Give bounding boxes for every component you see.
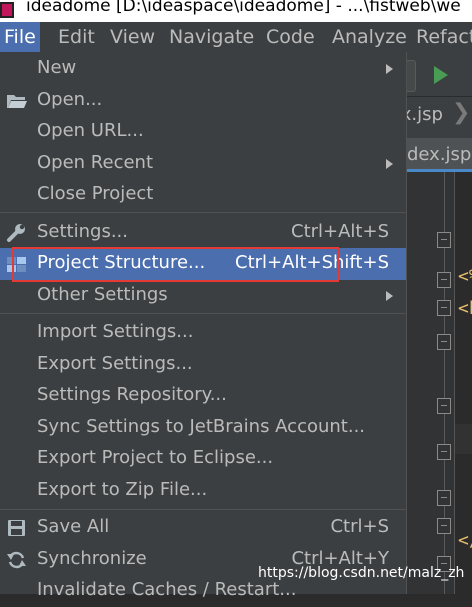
menu-item-label: Settings... — [37, 221, 128, 242]
menu-item-settings[interactable]: Settings... Ctrl+Alt+S — [0, 217, 406, 249]
fold-marker-icon[interactable] — [437, 272, 451, 288]
tab-index-jsp-label: dex.jsp — [407, 144, 472, 165]
menu-separator — [0, 313, 406, 314]
menu-item-shortcut: Ctrl+S — [330, 516, 389, 537]
menu-code[interactable]: Code — [262, 22, 319, 52]
menu-item-close-project[interactable]: Close Project — [0, 179, 406, 211]
code-fragment: <h — [458, 298, 472, 319]
menu-item-label: Export to Zip File... — [37, 479, 208, 500]
fold-marker-icon[interactable] — [437, 444, 451, 460]
menu-item-export-zip[interactable]: Export to Zip File... — [0, 475, 406, 507]
run-icon[interactable] — [434, 66, 448, 84]
folder-open-icon — [6, 91, 28, 111]
menu-item-label: Export Settings... — [37, 353, 193, 374]
fold-marker-icon[interactable] — [437, 518, 451, 534]
menu-item-export-project-eclipse[interactable]: Export Project to Eclipse... — [0, 443, 406, 475]
menu-item-save-all[interactable]: Save All Ctrl+S — [0, 512, 406, 544]
menu-item-label: Close Project — [37, 183, 154, 204]
fold-marker-icon[interactable] — [437, 490, 451, 506]
menu-item-label: Synchronize — [37, 548, 147, 569]
menu-view[interactable]: View — [106, 22, 159, 52]
menu-file[interactable]: File — [0, 22, 40, 52]
sync-icon — [6, 550, 28, 570]
menu-item-label: Settings Repository... — [37, 384, 227, 405]
menu-item-settings-repository[interactable]: Settings Repository... — [0, 380, 406, 412]
window-title-bar: ideadome [D:\ideaspace\ideadome] - ...\f… — [0, 0, 472, 22]
breadcrumb-chevron-icon: ❯ — [452, 100, 471, 125]
menu-item-label: Open Recent — [37, 152, 154, 173]
menu-navigate[interactable]: Navigate — [165, 22, 258, 52]
wrench-icon — [6, 223, 28, 243]
save-icon — [6, 518, 28, 538]
menu-item-open[interactable]: Open... — [0, 85, 406, 117]
intellij-app-icon — [0, 2, 14, 18]
menu-item-open-recent[interactable]: Open Recent — [0, 148, 406, 180]
menu-item-open-url[interactable]: Open URL... — [0, 116, 406, 148]
menu-item-new[interactable]: New — [0, 53, 406, 85]
fold-marker-icon[interactable] — [437, 334, 451, 350]
menu-item-label: New — [37, 57, 77, 78]
fold-marker-icon[interactable] — [437, 232, 451, 248]
menu-item-label: Invalidate Caches / Restart... — [37, 579, 297, 600]
menu-refactor[interactable]: Refacto — [412, 22, 472, 52]
submenu-arrow-icon — [386, 159, 393, 169]
menu-analyze[interactable]: Analyze — [328, 22, 411, 52]
menu-item-label: Other Settings — [37, 284, 168, 305]
code-fragment: </ — [458, 530, 472, 551]
menu-item-other-settings[interactable]: Other Settings — [0, 280, 406, 312]
main-menu-bar: File Edit View Navigate Code Analyze Ref… — [0, 22, 472, 52]
menu-item-label: Import Settings... — [37, 321, 194, 342]
current-line-highlight — [455, 424, 472, 454]
menu-item-label: Open URL... — [37, 120, 144, 141]
menu-separator — [0, 212, 406, 213]
annotation-highlight-box — [12, 247, 339, 282]
menu-item-import-settings[interactable]: Import Settings... — [0, 317, 406, 349]
code-fragment: <% — [458, 266, 472, 287]
submenu-arrow-icon — [386, 64, 393, 74]
menu-item-sync-settings-jetbrains[interactable]: Sync Settings to JetBrains Account... — [0, 412, 406, 444]
fold-marker-icon[interactable] — [437, 398, 451, 414]
menu-item-shortcut: Ctrl+Alt+S — [291, 221, 389, 242]
menu-edit[interactable]: Edit — [54, 22, 99, 52]
menu-item-label: Sync Settings to JetBrains Account... — [37, 416, 366, 437]
menu-item-label: Save All — [37, 516, 110, 537]
window-title: ideadome [D:\ideaspace\ideadome] - ...\f… — [26, 0, 461, 16]
menu-separator — [0, 509, 406, 510]
menu-item-label: Open... — [37, 89, 103, 110]
menu-item-export-settings[interactable]: Export Settings... — [0, 349, 406, 381]
submenu-arrow-icon — [386, 291, 393, 301]
watermark-text: https://blog.csdn.net/malz_zh — [258, 565, 465, 581]
fold-marker-icon[interactable] — [437, 300, 451, 316]
menu-item-label: Export Project to Eclipse... — [37, 447, 274, 468]
